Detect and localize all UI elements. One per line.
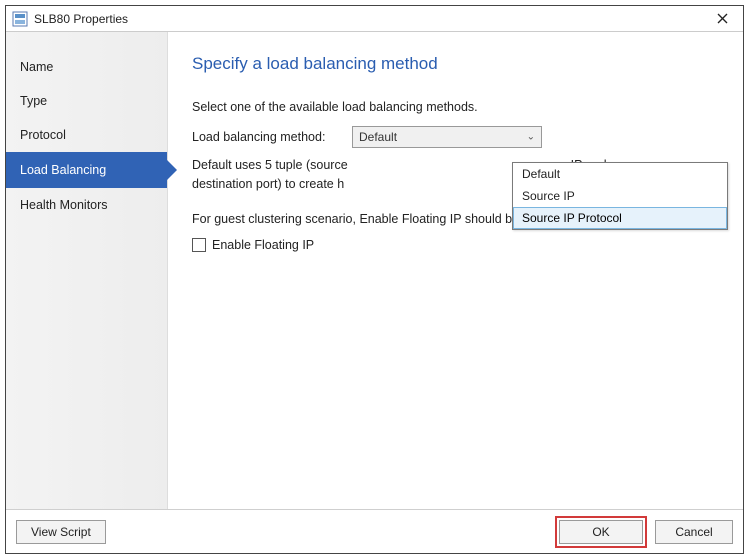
titlebar: SLB80 Properties bbox=[6, 6, 743, 32]
view-script-button[interactable]: View Script bbox=[16, 520, 106, 544]
sidebar-item-protocol[interactable]: Protocol bbox=[6, 118, 167, 152]
sidebar: Name Type Protocol Load Balancing Health… bbox=[6, 32, 168, 509]
dialog-footer: View Script OK Cancel bbox=[6, 509, 743, 553]
method-selected-value: Default bbox=[359, 130, 397, 144]
sidebar-item-health-monitors[interactable]: Health Monitors bbox=[6, 188, 167, 222]
cancel-button[interactable]: Cancel bbox=[655, 520, 733, 544]
floating-ip-label: Enable Floating IP bbox=[212, 238, 314, 252]
method-option-source-ip-protocol[interactable]: Source IP Protocol bbox=[513, 207, 727, 229]
sidebar-item-load-balancing[interactable]: Load Balancing bbox=[6, 152, 167, 188]
content-pane: Specify a load balancing method Select o… bbox=[168, 32, 743, 509]
method-label: Load balancing method: bbox=[192, 130, 352, 144]
floating-ip-checkbox[interactable] bbox=[192, 238, 206, 252]
method-option-default[interactable]: Default bbox=[513, 163, 727, 185]
sidebar-item-name[interactable]: Name bbox=[6, 50, 167, 84]
method-combobox[interactable]: Default ⌄ bbox=[352, 126, 542, 148]
page-heading: Specify a load balancing method bbox=[192, 54, 719, 74]
intro-text: Select one of the available load balanci… bbox=[192, 100, 719, 114]
ok-button-highlight: OK bbox=[555, 516, 647, 548]
close-icon bbox=[717, 13, 728, 24]
method-dropdown-list: Default Source IP Source IP Protocol bbox=[512, 162, 728, 230]
chevron-down-icon: ⌄ bbox=[527, 132, 535, 143]
method-row: Load balancing method: Default ⌄ bbox=[192, 126, 719, 148]
window-title: SLB80 Properties bbox=[34, 12, 128, 26]
ok-button[interactable]: OK bbox=[559, 520, 643, 544]
close-button[interactable] bbox=[701, 6, 743, 32]
sidebar-item-type[interactable]: Type bbox=[6, 84, 167, 118]
dialog-body: Name Type Protocol Load Balancing Health… bbox=[6, 32, 743, 509]
dialog-window: SLB80 Properties Name Type Protocol Load… bbox=[5, 5, 744, 554]
method-option-source-ip[interactable]: Source IP bbox=[513, 185, 727, 207]
app-icon bbox=[12, 11, 28, 27]
floating-ip-row: Enable Floating IP bbox=[192, 238, 719, 252]
